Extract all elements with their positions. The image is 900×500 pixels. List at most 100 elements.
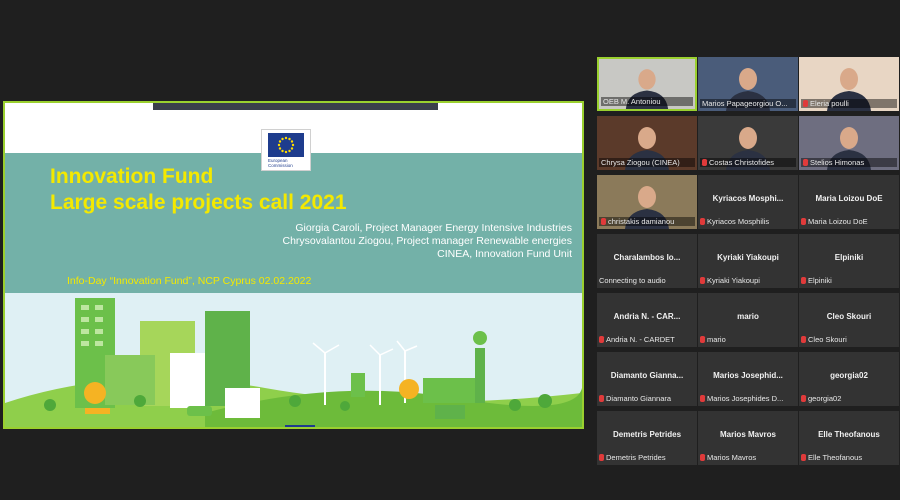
participant-display-name: Elle Theofanous (818, 430, 880, 439)
participant-name: Elpiniki (808, 276, 832, 285)
participant-name: Maria Loizou DoE (808, 217, 868, 226)
participant-name-label: Marios Papageorgiou O... (700, 99, 796, 108)
participant-tile[interactable]: Kyriacos Mosphi... Kyriacos Mosphilis (698, 175, 798, 229)
muted-mic-icon (801, 395, 806, 402)
participant-name-label: Stelios Himonas (801, 158, 897, 167)
participant-display-name: Kyriacos Mosphi... (712, 194, 784, 203)
participant-tile[interactable]: christakis damianou (597, 175, 697, 229)
participant-tile[interactable]: Andria N. - CAR... Andria N. - CARDET (597, 293, 697, 347)
participant-tile[interactable]: Marios Josephid... Marios Josephides D... (698, 352, 798, 406)
participant-name: Marios Papageorgiou O... (702, 99, 788, 108)
eu-flag-icon (268, 133, 304, 157)
participant-display-name: Andria N. - CAR... (613, 312, 681, 321)
participant-name: Demetris Petrides (606, 453, 666, 462)
participant-display-name: Maria Loizou DoE (815, 194, 883, 203)
participant-display-name: Diamanto Gianna... (610, 371, 684, 380)
slide-info-day: Info-Day “Innovation Fund”, NCP Cyprus 0… (67, 275, 312, 287)
participant-name: Elle Theofanous (808, 453, 863, 462)
participant-name: Marios Mavros (707, 453, 757, 462)
participant-tile[interactable]: mario mario (698, 293, 798, 347)
muted-mic-icon (599, 336, 604, 343)
participant-name: OEB M. Antoniou (603, 97, 661, 106)
author-line-1: Giorgia Caroli, Project Manager Energy I… (295, 222, 572, 234)
ec-logo-line2: Commission (268, 163, 293, 168)
participant-name-label: Marios Mavros (700, 453, 796, 462)
participant-display-name: Charalambos Io... (613, 253, 681, 262)
participant-tile[interactable]: Eleria poulli (799, 57, 899, 111)
participant-name-label: Demetris Petrides (599, 453, 695, 462)
participant-tile[interactable]: Charalambos Io... Connecting to audio (597, 234, 697, 288)
slide-top-bar (153, 103, 438, 110)
participant-name-label: Elpiniki (801, 276, 897, 285)
muted-mic-icon (801, 218, 806, 225)
muted-mic-icon (601, 218, 606, 225)
ec-logo-text: European Commission (268, 158, 293, 168)
participant-tile[interactable]: georgia02 georgia02 (799, 352, 899, 406)
participant-tile[interactable]: Maria Loizou DoE Maria Loizou DoE (799, 175, 899, 229)
participant-name-label: Andria N. - CARDET (599, 335, 695, 344)
participant-name: Costas Christofides (709, 158, 775, 167)
participant-name: georgia02 (808, 394, 842, 403)
participant-name: Stelios Himonas (810, 158, 865, 167)
participant-tile[interactable]: Cleo Skouri Cleo Skouri (799, 293, 899, 347)
muted-mic-icon (801, 277, 806, 284)
muted-mic-icon (700, 218, 705, 225)
shared-screen-slide: European Commission Innovation Fund Larg… (3, 101, 584, 429)
muted-mic-icon (599, 395, 604, 402)
participant-tile[interactable]: Chrysa Ziogou (CINEA) (597, 116, 697, 170)
participant-tile[interactable]: Diamanto Gianna... Diamanto Giannara (597, 352, 697, 406)
muted-mic-icon (801, 336, 806, 343)
participant-tile[interactable]: Marios Papageorgiou O... (698, 57, 798, 111)
slide-title-line1: Innovation Fund (50, 165, 214, 188)
participant-name-label: Cleo Skouri (801, 335, 897, 344)
participant-name: mario (707, 335, 726, 344)
participant-name-label: Elle Theofanous (801, 453, 897, 462)
participant-name: Cleo Skouri (808, 335, 847, 344)
participant-name-label: Marios Josephides D... (700, 394, 796, 403)
participant-display-name: Kyriaki Yiakoupi (717, 253, 779, 262)
participant-name-label: mario (700, 335, 796, 344)
muted-mic-icon (803, 159, 808, 166)
participant-name-label: Eleria poulli (801, 99, 897, 108)
participant-name-label: Chrysa Ziogou (CINEA) (599, 158, 695, 167)
muted-mic-icon (803, 100, 808, 107)
participant-name: Connecting to audio (599, 276, 666, 285)
participant-name-label: Diamanto Giannara (599, 394, 695, 403)
slide-title-line2: Large scale projects call 2021 (50, 191, 347, 214)
participant-tile[interactable]: Marios Mavros Marios Mavros (698, 411, 798, 465)
participant-display-name: Elpiniki (834, 253, 864, 262)
author-line-2: Chrysovalantou Ziogou, Project manager R… (282, 235, 573, 247)
participant-name-label: Maria Loizou DoE (801, 217, 897, 226)
muted-mic-icon (700, 277, 705, 284)
muted-mic-icon (702, 159, 707, 166)
participant-name: Diamanto Giannara (606, 394, 672, 403)
participant-name: Chrysa Ziogou (CINEA) (601, 158, 680, 167)
participant-tile[interactable]: Demetris Petrides Demetris Petrides (597, 411, 697, 465)
participant-tile[interactable]: Stelios Himonas (799, 116, 899, 170)
author-line-3: CINEA, Innovation Fund Unit (437, 248, 572, 260)
participant-name-label: Costas Christofides (700, 158, 796, 167)
participant-name: Kyriaki Yiakoupi (707, 276, 760, 285)
participant-name: Eleria poulli (810, 99, 849, 108)
muted-mic-icon (700, 395, 705, 402)
participant-name: christakis damianou (608, 217, 675, 226)
participant-name-label: OEB M. Antoniou (601, 97, 693, 106)
participant-display-name: georgia02 (830, 371, 868, 380)
participant-tile[interactable]: Costas Christofides (698, 116, 798, 170)
participant-name: Andria N. - CARDET (606, 335, 675, 344)
participant-tile[interactable]: Kyriaki Yiakoupi Kyriaki Yiakoupi (698, 234, 798, 288)
participant-display-name: Marios Josephid... (713, 371, 783, 380)
participant-tile[interactable]: Elpiniki Elpiniki (799, 234, 899, 288)
participant-display-name: Cleo Skouri (826, 312, 872, 321)
participant-name-label: Connecting to audio (599, 276, 695, 285)
muted-mic-icon (801, 454, 806, 461)
participant-tile[interactable]: OEB M. Antoniou (597, 57, 697, 111)
participant-tile[interactable]: Elle Theofanous Elle Theofanous (799, 411, 899, 465)
participant-name-label: Kyriacos Mosphilis (700, 217, 796, 226)
slide-authors: Giorgia Caroli, Project Manager Energy I… (283, 222, 573, 261)
european-commission-logo: European Commission (261, 129, 311, 171)
participant-display-name: mario (737, 312, 759, 321)
muted-mic-icon (700, 336, 705, 343)
participant-display-name: Marios Mavros (719, 430, 777, 439)
participant-name: Marios Josephides D... (707, 394, 784, 403)
